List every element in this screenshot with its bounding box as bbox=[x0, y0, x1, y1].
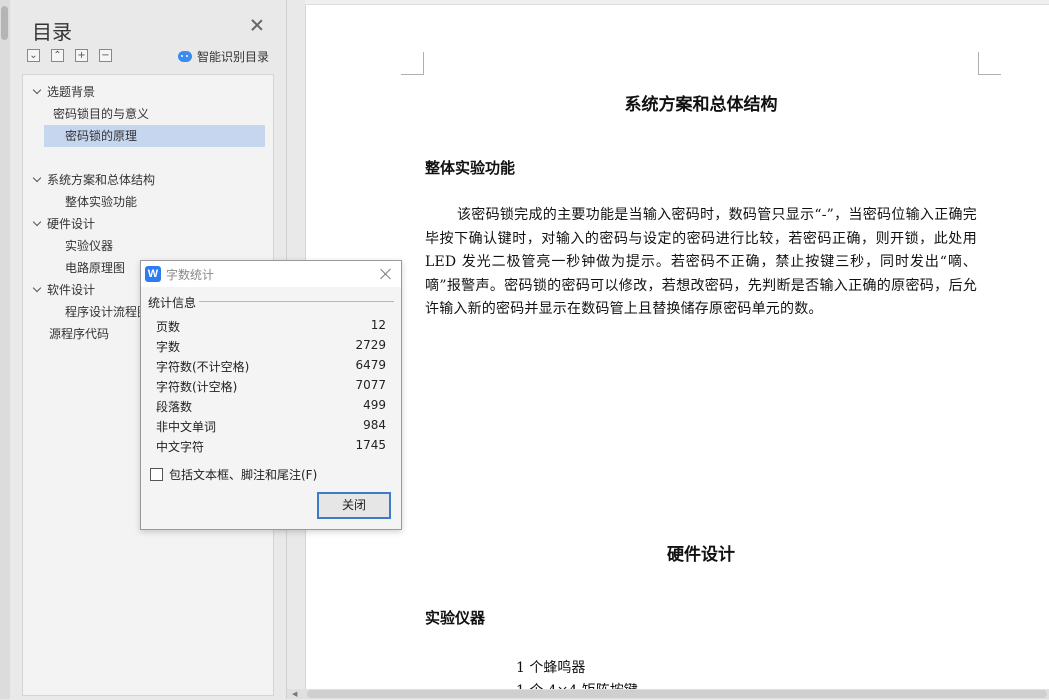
close-icon[interactable] bbox=[379, 267, 393, 281]
toc-item-function[interactable]: 整体实验功能 bbox=[65, 191, 137, 213]
group-label: 统计信息 bbox=[148, 296, 197, 310]
word-count-dialog: W 字数统计 统计信息 页数 12 字数 2729 字符数(不计空格) 6479 字符… bbox=[140, 260, 402, 530]
stat-row-chars-space: 字符数(计空格) 7077 bbox=[156, 378, 386, 398]
stat-row-chars-nospace: 字符数(不计空格) 6479 bbox=[156, 358, 386, 378]
toc-item-label: 软件设计 bbox=[47, 283, 96, 297]
crop-mark bbox=[401, 52, 424, 75]
toc-item-label: 密码锁目的与意义 bbox=[53, 107, 150, 121]
toc-item-hardware[interactable]: 硬件设计 bbox=[33, 213, 95, 235]
toc-item-label: 源程序代码 bbox=[49, 327, 110, 341]
stat-row-paragraphs: 段落数 499 bbox=[156, 398, 386, 418]
divider bbox=[199, 301, 394, 302]
toc-item-circuit[interactable]: 电路原理图 bbox=[65, 257, 125, 279]
stat-row-words: 字数 2729 bbox=[156, 338, 386, 358]
stat-row-chinese: 中文字符 1745 bbox=[156, 438, 386, 458]
toc-item-source[interactable]: 源程序代码 bbox=[49, 323, 109, 345]
heading-system[interactable]: 系统方案和总体结构 bbox=[425, 90, 977, 115]
expand-all-icon[interactable]: ⌄ bbox=[27, 49, 40, 62]
toc-item-label: 密码锁的原理 bbox=[65, 129, 138, 143]
stat-label: 页数 bbox=[156, 320, 181, 334]
robot-icon bbox=[178, 51, 192, 62]
stat-value: 2729 bbox=[355, 338, 386, 352]
stat-value: 1745 bbox=[355, 438, 386, 452]
stat-label: 非中文单词 bbox=[156, 420, 217, 434]
chevron-down-icon[interactable] bbox=[33, 87, 41, 95]
add-icon[interactable]: + bbox=[75, 49, 88, 62]
collapse-all-icon[interactable]: ⌃ bbox=[51, 49, 64, 62]
chevron-down-icon[interactable] bbox=[33, 285, 41, 293]
list-item[interactable]: 1 个蜂鸣器 bbox=[516, 657, 585, 677]
page-top-edge bbox=[305, 0, 1049, 5]
stat-label: 中文字符 bbox=[156, 440, 205, 454]
stat-label: 字符数(计空格) bbox=[156, 380, 238, 394]
heading-hardware[interactable]: 硬件设计 bbox=[425, 540, 977, 565]
smart-toc-label: 智能识别目录 bbox=[197, 50, 270, 64]
toc-item-instruments[interactable]: 实验仪器 bbox=[65, 235, 113, 257]
scroll-left-icon[interactable]: ◀ bbox=[292, 690, 297, 698]
dialog-titlebar[interactable]: W 字数统计 bbox=[141, 261, 401, 287]
toc-item-label: 硬件设计 bbox=[47, 217, 96, 231]
chevron-down-icon[interactable] bbox=[33, 175, 41, 183]
include-textbox-checkbox[interactable]: 包括文本框、脚注和尾注(F) bbox=[150, 466, 317, 483]
crop-mark bbox=[978, 52, 1001, 75]
toc-item-label: 系统方案和总体结构 bbox=[47, 173, 156, 187]
body-paragraph[interactable]: 该密码锁完成的主要功能是当输入密码时，数码管只显示“-”，当密码位输入正确完毕按… bbox=[425, 204, 977, 322]
chevron-down-icon[interactable] bbox=[33, 219, 41, 227]
toc-item-label: 整体实验功能 bbox=[65, 195, 138, 209]
stat-label: 字数 bbox=[156, 340, 181, 354]
horizontal-scrollbar[interactable]: ◀ bbox=[287, 689, 1049, 699]
checkbox-box[interactable] bbox=[150, 468, 163, 481]
toc-item-software[interactable]: 软件设计 bbox=[33, 279, 95, 301]
stat-row-nonchinese: 非中文单词 984 bbox=[156, 418, 386, 438]
toc-item-principle[interactable]: 密码锁的原理 bbox=[44, 125, 265, 147]
toc-item-label: 选题背景 bbox=[47, 85, 96, 99]
close-button[interactable]: 关闭 bbox=[317, 492, 391, 519]
stat-label: 字符数(不计空格) bbox=[156, 360, 250, 374]
stat-label: 段落数 bbox=[156, 400, 193, 414]
left-scrollbar[interactable] bbox=[0, 0, 10, 699]
toc-item-label: 实验仪器 bbox=[65, 239, 114, 253]
stat-value: 6479 bbox=[355, 358, 386, 372]
scroll-thumb[interactable] bbox=[1, 6, 8, 40]
toc-item-flowchart[interactable]: 程序设计流程图 bbox=[65, 301, 149, 323]
stat-value: 984 bbox=[363, 418, 386, 432]
heading-function[interactable]: 整体实验功能 bbox=[425, 157, 515, 178]
stat-value: 499 bbox=[363, 398, 386, 412]
toc-item-label: 电路原理图 bbox=[65, 261, 126, 275]
app-logo-icon: W bbox=[145, 266, 161, 282]
smart-toc-button[interactable]: 智能识别目录 bbox=[178, 48, 269, 65]
stat-row-pages: 页数 12 bbox=[156, 318, 386, 338]
toc-item-background[interactable]: 选题背景 bbox=[33, 81, 95, 103]
checkbox-label: 包括文本框、脚注和尾注(F) bbox=[169, 468, 318, 482]
stat-value: 7077 bbox=[355, 378, 386, 392]
toc-item-label: 程序设计流程图 bbox=[65, 305, 150, 319]
toc-item-system[interactable]: 系统方案和总体结构 bbox=[33, 169, 155, 191]
close-icon[interactable] bbox=[250, 18, 264, 32]
toc-title: 目录 bbox=[32, 20, 72, 44]
scroll-thumb[interactable] bbox=[307, 690, 1047, 698]
remove-icon[interactable]: − bbox=[99, 49, 112, 62]
heading-instruments[interactable]: 实验仪器 bbox=[425, 607, 485, 628]
dialog-title: 字数统计 bbox=[166, 268, 215, 282]
toc-item-purpose[interactable]: 密码锁目的与意义 bbox=[41, 103, 243, 125]
stat-value: 12 bbox=[370, 318, 386, 332]
